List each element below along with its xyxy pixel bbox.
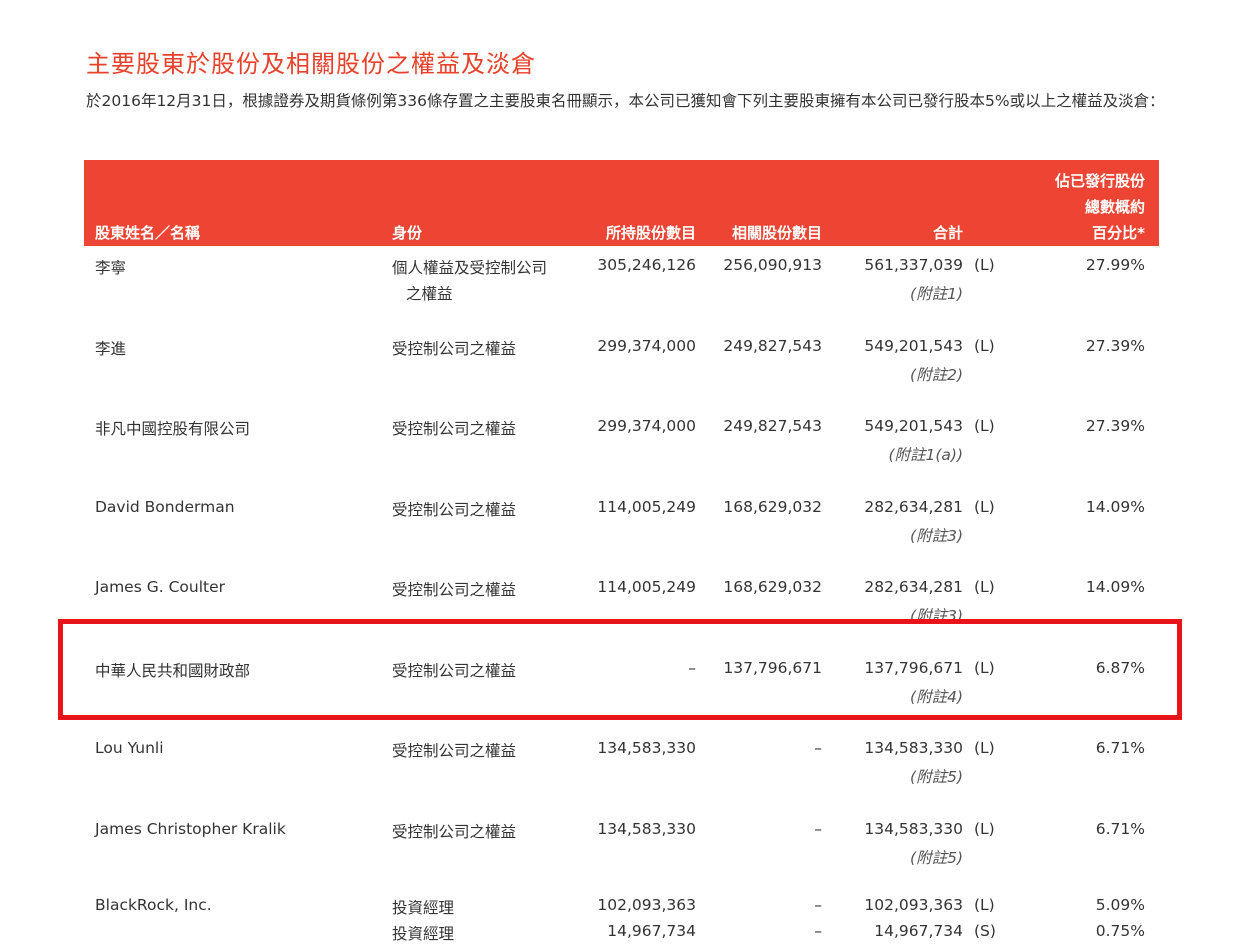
row-total-2: 14,967,734	[874, 922, 963, 940]
row-percent: 6.71%	[1095, 819, 1145, 838]
row-capacity-2: 之權益	[406, 285, 453, 303]
row-related: –	[814, 819, 822, 838]
header-capacity: 身份	[392, 224, 423, 242]
row-note: (附註1)	[910, 285, 963, 303]
row-note: (附註1(a))	[888, 446, 963, 464]
row-related: 249,827,543	[723, 336, 822, 355]
row-related-2: –	[814, 922, 822, 940]
row-shares: 299,374,000	[597, 417, 696, 435]
row-shares-2: 14,967,734	[607, 922, 696, 940]
header-related: 相關股份數目	[731, 224, 822, 242]
row-total: 282,634,281	[864, 497, 963, 516]
row-capacity: 受控制公司之權益	[392, 822, 517, 841]
row-position-type: (L)	[974, 417, 995, 435]
row-position-type: (L)	[974, 336, 995, 355]
row-shares: 114,005,249	[597, 497, 696, 516]
row-capacity: 受控制公司之權益	[392, 581, 517, 599]
header-percent-line2: 總數概約	[1084, 198, 1145, 216]
row-shares: 114,005,249	[597, 578, 696, 596]
highlight-box	[58, 619, 1182, 720]
row-capacity: 受控制公司之權益	[392, 742, 517, 760]
row-name: 非凡中國控股有限公司	[95, 420, 251, 438]
row-note: (附註3)	[910, 526, 963, 545]
row-position-type-2: (S)	[974, 922, 996, 940]
row-related: 168,629,032	[723, 578, 822, 596]
row-capacity-2: 投資經理	[392, 925, 455, 943]
row-percent-2: 0.75%	[1095, 922, 1145, 940]
row-name: BlackRock, Inc.	[95, 896, 212, 914]
table-row: 非凡中國控股有限公司 受控制公司之權益 299,374,000 249,827,543…	[84, 409, 1159, 489]
row-capacity: 個人權益及受控制公司	[392, 259, 548, 277]
row-position-type: (L)	[974, 896, 995, 914]
table-row-blackrock: BlackRock, Inc. 投資經理 102,093,363 – 102,0…	[84, 888, 1159, 946]
row-capacity: 受控制公司之權益	[392, 500, 517, 519]
table-header: 股東姓名／名稱 身份 所持股份數目 相關股份數目 合計 佔已發行股份 總數概約 …	[84, 160, 1159, 246]
row-percent: 14.09%	[1085, 497, 1145, 516]
page-title: 主要股東於股份及相關股份之權益及淡倉	[86, 50, 536, 78]
table-row: David Bonderman 受控制公司之權益 114,005,249 168,62…	[84, 490, 1159, 570]
table-row: James Christopher Kralik 受控制公司之權益 134,583,…	[84, 812, 1159, 892]
row-capacity: 受控制公司之權益	[392, 339, 517, 358]
header-percent-line1: 佔已發行股份	[1054, 172, 1145, 190]
intro-paragraph: 於2016年12月31日，根據證券及期貨條例第336條存置之主要股東名冊顯示，本…	[86, 92, 1165, 110]
row-shares: 134,583,330	[597, 739, 696, 757]
header-percent-line3: 百分比*	[1092, 224, 1145, 242]
row-note: (附註5)	[910, 848, 963, 867]
row-related: 168,629,032	[723, 497, 822, 516]
table-row: 李寧 個人權益及受控制公司之權益 305,246,126 256,090,913 561…	[84, 248, 1159, 328]
row-total: 561,337,039	[864, 256, 963, 274]
row-name: Lou Yunli	[95, 739, 164, 757]
row-related: 249,827,543	[723, 417, 822, 435]
row-related: –	[814, 739, 822, 757]
row-name: 李進	[95, 339, 127, 358]
header-total: 合計	[932, 224, 963, 242]
row-total: 134,583,330	[864, 739, 963, 757]
row-related: –	[814, 896, 822, 914]
row-percent: 6.71%	[1095, 739, 1145, 757]
row-position-type: (L)	[974, 497, 995, 516]
row-capacity: 受控制公司之權益	[392, 420, 517, 438]
row-percent: 5.09%	[1095, 896, 1145, 914]
row-shares: 134,583,330	[597, 819, 696, 838]
row-note: (附註2)	[910, 365, 963, 384]
table-row: Lou Yunli 受控制公司之權益 134,583,330 – 134,583,330…	[84, 731, 1159, 811]
row-percent: 27.99%	[1085, 256, 1145, 274]
row-note: (附註5)	[910, 768, 963, 786]
row-related: 256,090,913	[723, 256, 822, 274]
row-total: 134,583,330	[864, 819, 963, 838]
row-total: 102,093,363	[864, 896, 963, 914]
row-position-type: (L)	[974, 578, 995, 596]
table-row: 李進 受控制公司之權益 299,374,000 249,827,543 549,201,…	[84, 329, 1159, 409]
header-name: 股東姓名／名稱	[95, 224, 201, 242]
row-position-type: (L)	[974, 256, 995, 274]
row-name: James Christopher Kralik	[95, 819, 286, 838]
row-shares: 299,374,000	[597, 336, 696, 355]
header-shares: 所持股份數目	[605, 224, 696, 242]
row-name: James G. Coulter	[95, 578, 225, 596]
row-total: 549,201,543	[864, 336, 963, 355]
row-total: 549,201,543	[864, 417, 963, 435]
row-percent: 14.09%	[1085, 578, 1145, 596]
row-percent: 27.39%	[1085, 336, 1145, 355]
row-name: 李寧	[95, 259, 127, 277]
row-percent: 27.39%	[1085, 417, 1145, 435]
row-total: 282,634,281	[864, 578, 963, 596]
row-position-type: (L)	[974, 739, 995, 757]
row-shares: 305,246,126	[597, 256, 696, 274]
row-capacity: 投資經理	[392, 899, 455, 917]
row-position-type: (L)	[974, 819, 995, 838]
row-shares: 102,093,363	[597, 896, 696, 914]
row-name: David Bonderman	[95, 497, 235, 516]
